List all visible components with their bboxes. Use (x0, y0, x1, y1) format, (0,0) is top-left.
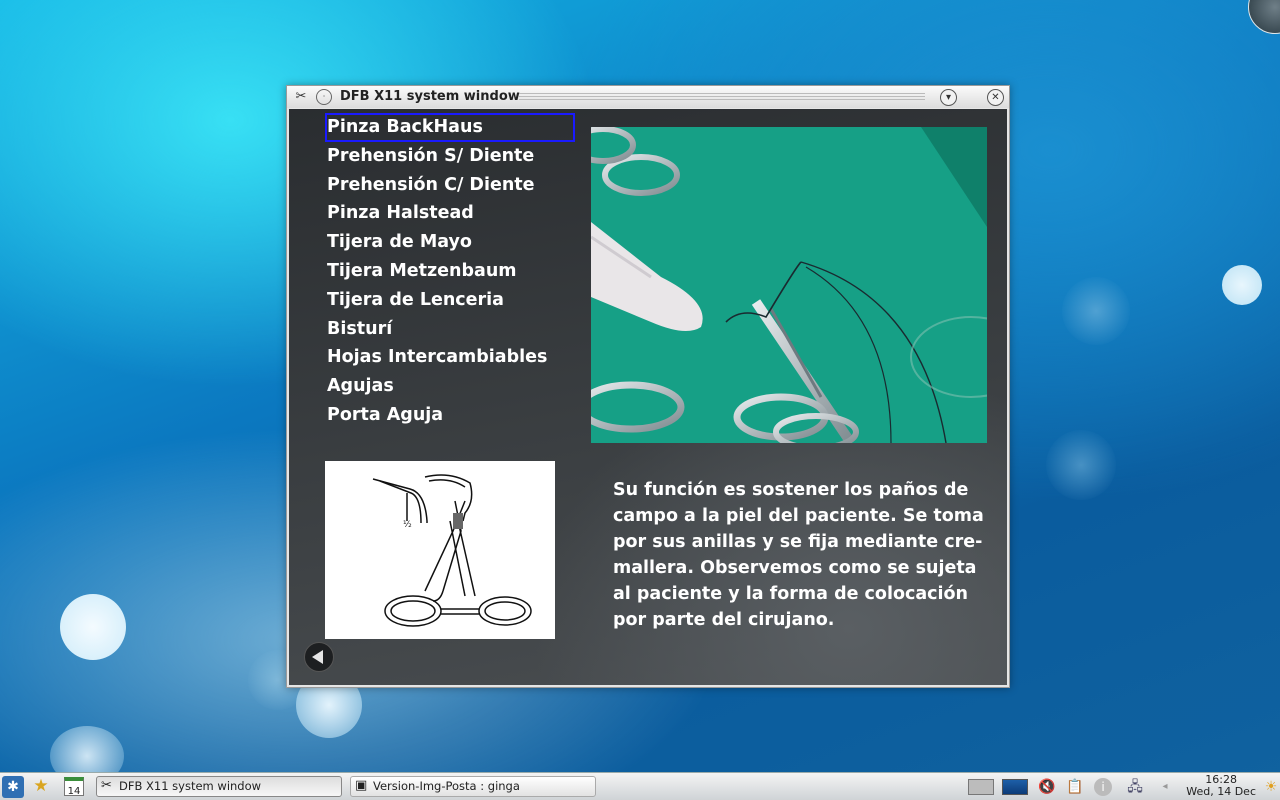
window-titlebar[interactable]: ✂ · DFB X11 system window ▾ ✕ (287, 86, 1009, 108)
app-icon[interactable]: ✂ (293, 89, 309, 105)
window-title: DFB X11 system window (340, 89, 520, 104)
info-icon[interactable]: i (1094, 778, 1112, 796)
clipboard-icon[interactable]: 📋 (1066, 779, 1084, 795)
menu-item[interactable]: Pinza Halstead (325, 199, 575, 228)
network-icon[interactable]: 🖧 (1126, 779, 1144, 795)
favorites-star-icon[interactable]: ★ (32, 778, 50, 795)
menu-item[interactable]: Tijera de Mayo (325, 228, 575, 257)
dfb-window: ✂ · DFB X11 system window ▾ ✕ Pinza Back… (286, 85, 1010, 688)
app-icon: ✂ (101, 778, 112, 793)
calendar-icon[interactable]: 14 (64, 777, 84, 797)
desktop-corner-widget[interactable] (1248, 0, 1280, 34)
desktop-bokeh (60, 594, 126, 660)
desktop-pager-icon[interactable] (968, 779, 994, 795)
terminal-icon: ▣ (355, 778, 368, 793)
volume-muted-icon[interactable]: 🔇 (1038, 779, 1056, 795)
taskbar: ✱ ★ 14 ✂ DFB X11 system window ▣ Version… (0, 772, 1280, 800)
menu-item[interactable]: Prehensión C/ Diente (325, 171, 575, 200)
surgery-video-frame (591, 127, 987, 443)
menu-item[interactable]: Porta Aguja (325, 401, 575, 430)
tray-arrow-icon[interactable]: ◂ (1156, 779, 1174, 795)
desktop-bokeh (1062, 277, 1130, 345)
menu-item[interactable]: Bisturí (325, 315, 575, 344)
menu-item[interactable]: Tijera de Lenceria (325, 286, 575, 315)
desktop-bokeh (1046, 430, 1116, 500)
menu-item[interactable]: Tijera Metzenbaum (325, 257, 575, 286)
menu-item[interactable]: Hojas Intercambiables (325, 343, 575, 372)
clock[interactable]: 16:28 Wed, 14 Dec (1186, 774, 1256, 798)
titlebar-grip (519, 93, 925, 101)
app-content: Pinza BackHaus Prehensión S/ Diente Prehen… (289, 109, 1007, 685)
clock-date: Wed, 14 Dec (1186, 785, 1256, 798)
desktop-bokeh (1222, 265, 1262, 305)
instrument-diagram: ½ (325, 461, 555, 639)
minimize-icon[interactable]: ▾ (940, 89, 957, 106)
task-dfb-window[interactable]: ✂ DFB X11 system window (96, 776, 342, 797)
pin-icon[interactable]: · (316, 89, 332, 105)
task-terminal[interactable]: ▣ Version-Img-Posta : ginga (350, 776, 596, 797)
kde-menu-icon[interactable]: ✱ (2, 776, 24, 798)
instrument-description: Su función es sostener los paños de camp… (613, 480, 984, 630)
close-icon[interactable]: ✕ (987, 89, 1004, 106)
menu-item[interactable]: Agujas (325, 372, 575, 401)
menu-item[interactable]: Prehensión S/ Diente (325, 142, 575, 171)
menu-item[interactable]: Pinza BackHaus (325, 113, 575, 142)
desktop-pager-icon[interactable] (1002, 779, 1028, 795)
task-label: Version-Img-Posta : ginga (373, 779, 520, 793)
notifications-icon[interactable]: ☀ (1262, 779, 1280, 795)
svg-text:½: ½ (403, 520, 412, 530)
instrument-menu: Pinza BackHaus Prehensión S/ Diente Prehen… (325, 113, 585, 430)
back-arrow-icon[interactable] (304, 642, 334, 672)
task-label: DFB X11 system window (119, 779, 262, 793)
